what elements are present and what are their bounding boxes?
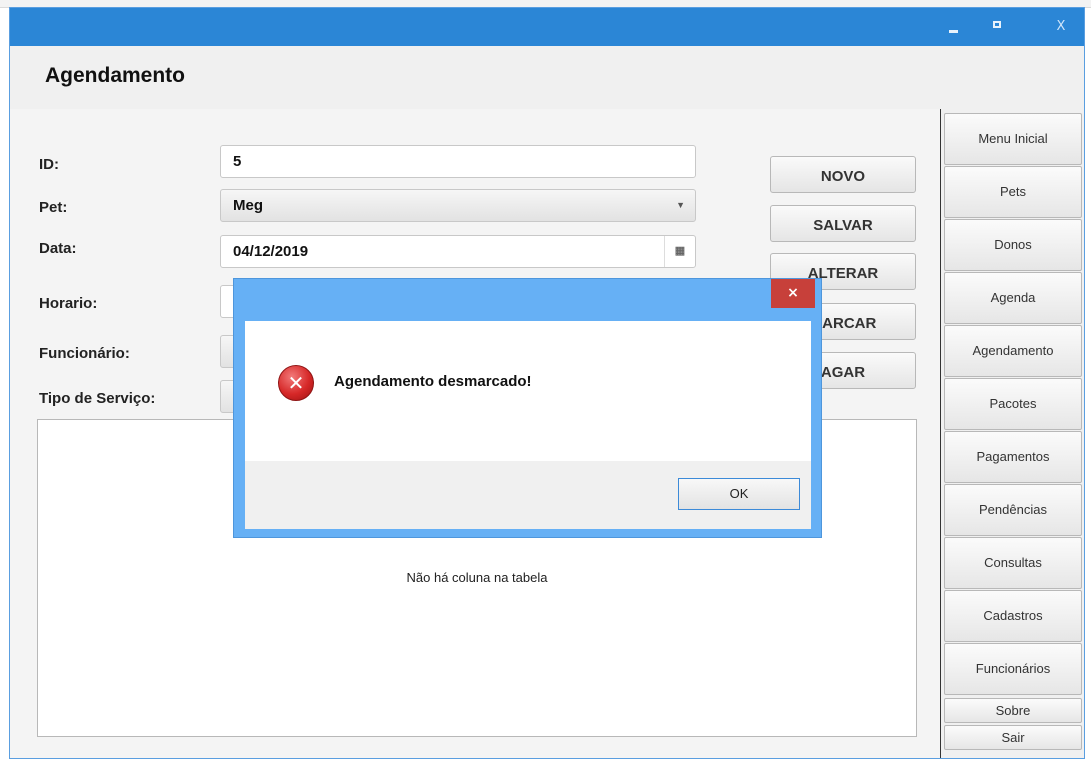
dialog-body: ✕ Agendamento desmarcado! OK [245,321,811,529]
dialog-close-button[interactable]: × [771,279,815,308]
sidebar-item-agendamento[interactable]: Agendamento [944,325,1082,377]
maximize-icon [993,21,1001,28]
sidebar-item-sobre[interactable]: Sobre [944,698,1082,723]
page-header: Agendamento [10,46,1084,110]
close-icon: X [1056,19,1066,34]
dialog-message: Agendamento desmarcado! [334,373,532,390]
salvar-button[interactable]: SALVAR [770,205,916,242]
title-bar: X [10,8,1084,46]
sidebar-item-pets[interactable]: Pets [944,166,1082,218]
date-picker-value: 04/12/2019 [233,243,309,260]
data-label: Data: [39,240,77,257]
sidebar-item-consultas[interactable]: Consultas [944,537,1082,589]
horario-label: Horario: [39,295,98,312]
sidebar-item-agenda[interactable]: Agenda [944,272,1082,324]
pet-label: Pet: [39,199,68,216]
sidebar-item-menu-inicial[interactable]: Menu Inicial [944,113,1082,165]
close-window-button[interactable]: X [1041,8,1081,46]
id-field[interactable]: 5 [220,145,696,178]
tipo-servico-label: Tipo de Serviço: [39,390,156,407]
minimize-button[interactable] [935,8,975,46]
dialog-footer: OK [245,461,811,529]
sidebar: Menu Inicial Pets Donos Agenda Agendamen… [940,109,1084,758]
close-icon: × [787,285,799,301]
sidebar-item-pendencias[interactable]: Pendências [944,484,1082,536]
maximize-button[interactable] [978,8,1018,46]
page-title: Agendamento [45,64,186,87]
sidebar-item-donos[interactable]: Donos [944,219,1082,271]
sidebar-item-cadastros[interactable]: Cadastros [944,590,1082,642]
message-dialog: × ✕ Agendamento desmarcado! OK [233,278,822,538]
sidebar-item-pagamentos[interactable]: Pagamentos [944,431,1082,483]
sidebar-item-pacotes[interactable]: Pacotes [944,378,1082,430]
date-picker[interactable]: 04/12/2019 ▦ [220,235,696,268]
sidebar-item-sair[interactable]: Sair [944,725,1082,750]
pet-select[interactable]: Meg ▼ [220,189,696,222]
funcionario-label: Funcionário: [39,345,130,362]
calendar-icon[interactable]: ▦ [664,236,695,267]
sidebar-item-funcionarios[interactable]: Funcionários [944,643,1082,695]
id-label: ID: [39,156,59,173]
error-icon: ✕ [278,365,314,401]
minimize-icon [949,30,958,33]
table-empty-message: Não há coluna na tabela [406,570,548,585]
chevron-down-icon: ▼ [676,200,685,210]
ok-button[interactable]: OK [678,478,800,510]
novo-button[interactable]: NOVO [770,156,916,193]
pet-select-value: Meg [233,197,263,214]
